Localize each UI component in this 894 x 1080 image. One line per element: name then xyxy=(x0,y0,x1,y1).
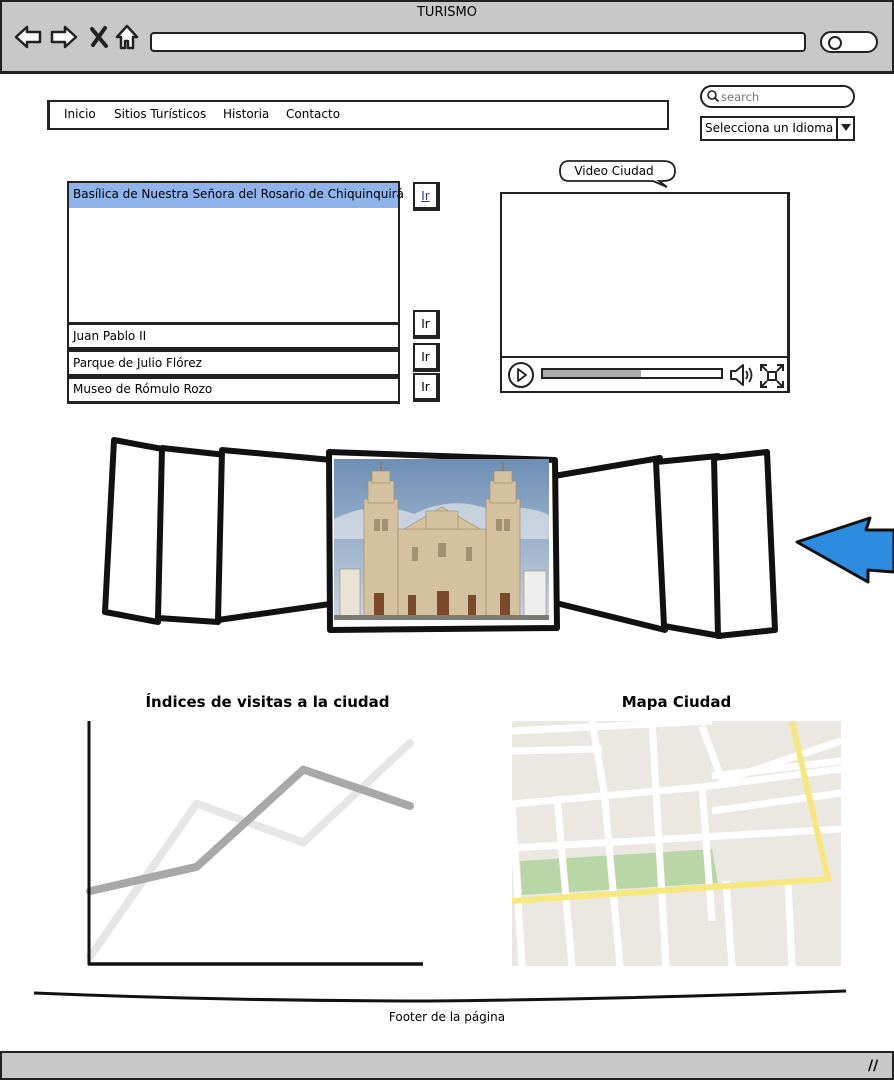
footer-text: Footer de la página xyxy=(388,1010,506,1024)
menu-item-inicio[interactable]: Inicio xyxy=(64,107,96,121)
browser-search-button[interactable] xyxy=(820,31,878,53)
chart-series-line-1 xyxy=(86,765,414,896)
chart-title: Índices de visitas a la ciudad xyxy=(145,693,390,711)
go-button-museo[interactable]: Ir xyxy=(413,373,440,402)
city-map[interactable] xyxy=(512,721,841,966)
video-progress-fill xyxy=(543,370,641,377)
basilica-photo xyxy=(334,459,549,620)
fullscreen-icon[interactable] xyxy=(759,363,785,389)
menu-item-contacto[interactable]: Contacto xyxy=(286,107,340,121)
visits-line-chart xyxy=(86,721,423,966)
forward-icon[interactable] xyxy=(49,22,79,52)
video-title: Video Ciudad xyxy=(574,164,654,178)
window-title: TURISMO xyxy=(416,5,478,20)
list-item-label: Parque de Julio Flórez xyxy=(73,356,202,370)
list-item-label: Basílica de Nuestra Señora del Rosario d… xyxy=(73,187,404,201)
chart-series-line-2 xyxy=(86,738,414,961)
volume-icon[interactable] xyxy=(729,362,757,388)
list-item-label: Juan Pablo II xyxy=(73,329,147,343)
go-button-parque[interactable]: Ir xyxy=(413,343,440,372)
home-icon[interactable] xyxy=(112,22,142,52)
carousel-card-right-3 xyxy=(711,449,778,639)
search-icon xyxy=(707,90,720,103)
search-input[interactable] xyxy=(721,88,846,105)
menu-item-sitios[interactable]: Sitios Turísticos xyxy=(114,107,206,121)
resize-handle-icon[interactable]: // xyxy=(868,1058,888,1076)
go-button-basilica[interactable]: Ir xyxy=(413,182,440,211)
carousel-card-right-2 xyxy=(653,453,723,639)
play-icon[interactable] xyxy=(507,361,535,389)
carousel-card-left-3 xyxy=(215,447,335,623)
menu-item-historia[interactable]: Historia xyxy=(223,107,269,121)
search-icon xyxy=(828,36,842,50)
arrow-left-icon xyxy=(795,516,894,584)
go-button-juan-pablo[interactable]: Ir xyxy=(413,310,440,339)
status-bar xyxy=(0,1051,894,1080)
carousel-card-right-1 xyxy=(551,455,668,633)
list-item-label: Museo de Rómulo Rozo xyxy=(73,382,213,396)
language-select-value: Selecciona un Idioma xyxy=(705,121,834,135)
chevron-down-icon[interactable] xyxy=(836,116,855,141)
url-bar[interactable] xyxy=(150,32,806,52)
back-icon[interactable] xyxy=(13,22,43,52)
map-title: Mapa Ciudad xyxy=(621,693,732,711)
footer-divider xyxy=(33,989,847,1003)
